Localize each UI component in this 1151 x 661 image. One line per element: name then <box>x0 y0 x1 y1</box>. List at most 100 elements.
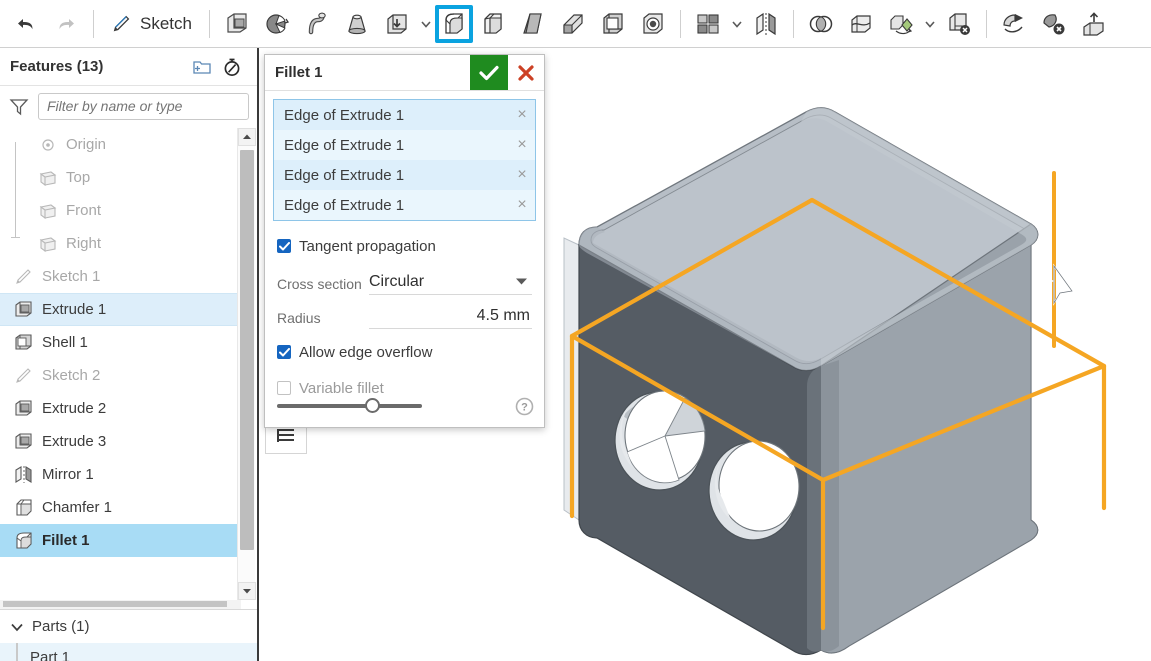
more-solids-caret-icon[interactable] <box>417 18 435 30</box>
chamfer-tool-button[interactable] <box>473 4 513 44</box>
edge-list-item[interactable]: Edge of Extrude 1 × <box>274 130 535 160</box>
tree-item-label: Fillet 1 <box>42 532 90 549</box>
pattern-tool-button[interactable] <box>688 4 728 44</box>
slider-handle[interactable] <box>365 398 380 413</box>
tree-item-chamfer-1[interactable]: Chamfer 1 <box>0 491 239 524</box>
fillet-tool-button[interactable] <box>434 4 473 43</box>
extrude-icon <box>10 301 38 318</box>
main-toolbar: Sketch <box>0 0 1151 48</box>
draft-tool-button[interactable] <box>513 4 553 44</box>
move-face-tool-button[interactable] <box>994 4 1034 44</box>
filter-input[interactable] <box>38 92 249 120</box>
parts-section-header[interactable]: Parts (1) <box>0 610 257 643</box>
feature-tree-horizontal-scrollbar[interactable] <box>0 600 241 609</box>
feature-tree-vertical-scrollbar[interactable] <box>237 128 256 600</box>
tree-item-label: Front <box>66 202 102 219</box>
extrude-tool-button[interactable] <box>217 4 257 44</box>
tree-item-sketch-2[interactable]: Sketch 2 <box>0 359 239 392</box>
cancel-button[interactable] <box>508 55 544 90</box>
accept-button[interactable] <box>470 55 508 90</box>
chevron-down-icon <box>10 620 32 634</box>
cross-section-value: Circular <box>369 272 425 290</box>
tree-item-right[interactable]: Right <box>0 227 239 260</box>
revolve-tool-button[interactable] <box>257 4 297 44</box>
sketch-label: Sketch <box>140 13 192 33</box>
edge-list-item[interactable]: Edge of Extrude 1 × <box>274 100 535 130</box>
tangent-propagation-checkbox[interactable] <box>277 239 291 253</box>
feature-tree: Origin Top Front Right Sketch 1 Extrude 1 Shel… <box>0 128 239 557</box>
add-folder-icon[interactable] <box>187 54 217 80</box>
remove-edge-icon[interactable]: × <box>509 196 535 214</box>
tree-item-label: Extrude 3 <box>42 433 107 450</box>
edge-selection-list[interactable]: Edge of Extrude 1 × Edge of Extrude 1 × Edge… <box>273 99 536 221</box>
sketch-button[interactable]: Sketch <box>101 4 202 44</box>
tree-item-origin[interactable]: Origin <box>0 128 239 161</box>
extrude-icon <box>10 433 38 450</box>
scroll-down-arrow-icon[interactable] <box>238 582 256 600</box>
undo-button[interactable] <box>6 4 46 44</box>
scroll-up-arrow-icon[interactable] <box>238 128 256 146</box>
tree-item-front[interactable]: Front <box>0 194 239 227</box>
rib-tool-button[interactable] <box>553 4 593 44</box>
tree-item-mirror-1[interactable]: Mirror 1 <box>0 458 239 491</box>
edge-list-item[interactable]: Edge of Extrude 1 × <box>274 190 535 220</box>
features-panel-header: Features (13) <box>0 48 257 86</box>
parts-header-label: Parts (1) <box>32 618 90 635</box>
tangent-propagation-row[interactable]: Tangent propagation <box>265 231 544 261</box>
part-list-item[interactable]: Part 1 <box>0 643 257 661</box>
tree-item-extrude-2[interactable]: Extrude 2 <box>0 392 239 425</box>
help-icon[interactable]: ? <box>515 397 534 416</box>
fillet-dialog: Fillet 1 Edge of Extrude 1 × Edge of Extru… <box>264 54 545 428</box>
rollback-stopwatch-icon[interactable] <box>217 54 247 80</box>
dialog-header: Fillet 1 <box>265 55 544 91</box>
tree-item-sketch-1[interactable]: Sketch 1 <box>0 260 239 293</box>
tree-item-extrude-3[interactable]: Extrude 3 <box>0 425 239 458</box>
tree-item-shell-1[interactable]: Shell 1 <box>0 326 239 359</box>
tree-item-extrude-1[interactable]: Extrude 1 <box>0 293 239 326</box>
thicken-tool-button[interactable] <box>377 4 417 44</box>
allow-edge-overflow-label: Allow edge overflow <box>299 343 433 361</box>
allow-edge-overflow-checkbox[interactable] <box>277 345 291 359</box>
split-tool-button[interactable] <box>841 4 881 44</box>
checkmark-icon <box>278 347 290 356</box>
preview-slider[interactable] <box>277 398 422 413</box>
hole-tool-button[interactable] <box>633 4 673 44</box>
allow-edge-overflow-row[interactable]: Allow edge overflow <box>265 337 544 367</box>
scrollbar-thumb[interactable] <box>240 150 254 550</box>
remove-edge-icon[interactable]: × <box>509 106 535 124</box>
tree-item-fillet-1[interactable]: Fillet 1 <box>0 524 239 557</box>
sweep-tool-button[interactable] <box>297 4 337 44</box>
delete-face-tool-button[interactable] <box>939 4 979 44</box>
mirror-tool-button[interactable] <box>746 4 786 44</box>
tree-item-label: Top <box>66 169 91 186</box>
edge-list-item[interactable]: Edge of Extrude 1 × <box>274 160 535 190</box>
delete-part-tool-button[interactable] <box>1034 4 1074 44</box>
edge-label: Edge of Extrude 1 <box>284 136 405 154</box>
origin-icon <box>34 137 62 153</box>
toolbar-divider <box>792 9 794 38</box>
export-tool-button[interactable] <box>1074 4 1114 44</box>
scrollbar-thumb-horizontal[interactable] <box>3 601 227 607</box>
toolbar-divider <box>985 9 987 38</box>
pattern-caret-icon[interactable] <box>728 18 746 30</box>
cross-section-row: Cross section Circular <box>265 261 544 295</box>
remove-edge-icon[interactable]: × <box>509 166 535 184</box>
funnel-icon[interactable] <box>8 96 30 116</box>
transform-caret-icon[interactable] <box>921 18 939 30</box>
radius-input[interactable]: 4.5 mm <box>369 303 532 329</box>
part-label: Part 1 <box>30 649 71 661</box>
cross-section-label: Cross section <box>277 276 362 292</box>
fillet-icon <box>10 532 38 549</box>
shell-tool-button[interactable] <box>593 4 633 44</box>
cross-section-select[interactable]: Circular <box>369 269 532 295</box>
transform-tool-button[interactable] <box>881 4 921 44</box>
list-lines-icon <box>277 429 294 442</box>
redo-button[interactable] <box>46 4 86 44</box>
boolean-tool-button[interactable] <box>801 4 841 44</box>
tangent-propagation-label: Tangent propagation <box>299 237 436 255</box>
feature-tree-scroll-area: Origin Top Front Right Sketch 1 Extrude 1 Shel… <box>0 128 257 600</box>
remove-edge-icon[interactable]: × <box>509 136 535 154</box>
tree-item-top[interactable]: Top <box>0 161 239 194</box>
loft-tool-button[interactable] <box>337 4 377 44</box>
radius-value: 4.5 mm <box>476 306 530 324</box>
